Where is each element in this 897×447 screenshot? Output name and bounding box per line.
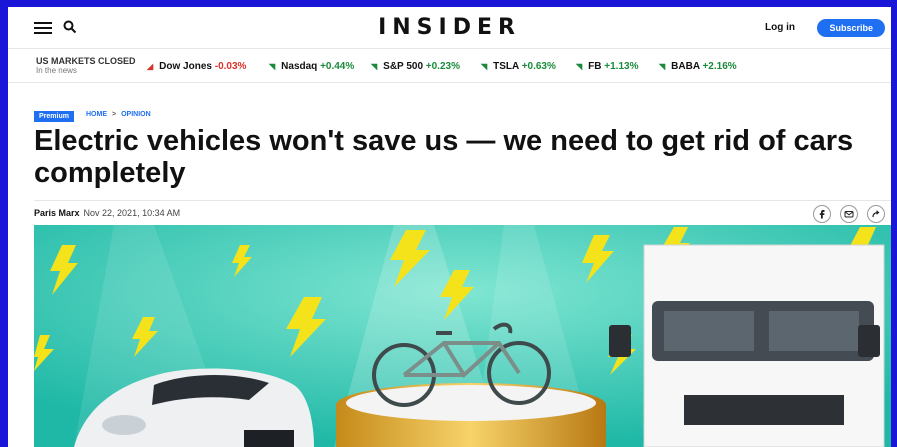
breadcrumb-home[interactable]: HOME [86, 111, 107, 118]
up-arrow-icon: ◥ [481, 62, 488, 71]
site-header: INSIDER Log in Subscribe [8, 7, 891, 49]
email-icon [844, 211, 854, 218]
ticker-change: +1.13% [604, 61, 639, 72]
premium-badge: Premium [34, 111, 74, 122]
breadcrumb-opinion[interactable]: OPINION [121, 111, 151, 118]
divider [34, 200, 891, 201]
page: INSIDER Log in Subscribe US MARKETS CLOS… [8, 7, 891, 447]
login-link[interactable]: Log in [765, 22, 795, 33]
hero-image [34, 225, 891, 447]
ticker-nasdaq[interactable]: ◥ Nasdaq +0.44% [269, 61, 354, 72]
hero-illustration [34, 225, 891, 447]
ticker-change: +0.63% [521, 61, 556, 72]
ticker-change: +2.16% [702, 61, 737, 72]
up-arrow-icon: ◥ [269, 62, 276, 71]
breadcrumb: HOME > OPINION [86, 111, 151, 118]
ticker-tsla[interactable]: ◥ TSLA +0.63% [481, 61, 556, 72]
share-icon [872, 210, 880, 218]
ticker-name: BABA [671, 61, 700, 72]
email-share-button[interactable] [840, 205, 858, 223]
podium-image [336, 383, 606, 447]
share-button[interactable] [867, 205, 885, 223]
electric-van-image [609, 244, 885, 447]
up-arrow-icon: ◥ [659, 62, 666, 71]
market-status-title: US MARKETS CLOSED [36, 56, 136, 66]
author-name[interactable]: Paris Marx [34, 208, 80, 218]
ticker-name: TSLA [493, 61, 519, 72]
byline: Paris Marx Nov 22, 2021, 10:34 AM [34, 208, 180, 218]
publish-date: Nov 22, 2021, 10:34 AM [83, 208, 181, 218]
facebook-share-button[interactable] [813, 205, 831, 223]
up-arrow-icon: ◥ [576, 62, 583, 71]
market-status-sub: In the news [36, 66, 77, 75]
site-logo[interactable]: INSIDER [8, 15, 891, 40]
ticker-change: +0.23% [425, 61, 460, 72]
breadcrumb-separator: > [112, 111, 117, 118]
ticker-name: S&P 500 [383, 61, 423, 72]
ticker-sp500[interactable]: ◥ S&P 500 +0.23% [371, 61, 460, 72]
ticker-change: -0.03% [214, 61, 247, 72]
ticker-change: +0.44% [320, 61, 355, 72]
down-arrow-icon: ◢ [147, 62, 154, 71]
ticker-name: FB [588, 61, 602, 72]
article-headline: Electric vehicles won't save us — we nee… [34, 125, 854, 189]
subscribe-button[interactable]: Subscribe [817, 19, 885, 37]
ticker-dow-jones[interactable]: ◢ Dow Jones -0.03% [147, 61, 246, 72]
markets-bar: US MARKETS CLOSED In the news ◢ Dow Jones… [8, 50, 891, 83]
facebook-icon [819, 210, 825, 219]
ticker-name: Dow Jones [159, 61, 212, 72]
ticker-fb[interactable]: ◥ FB +1.13% [576, 61, 638, 72]
ticker-baba[interactable]: ◥ BABA +2.16% [659, 61, 737, 72]
up-arrow-icon: ◥ [371, 62, 378, 71]
ticker-name: Nasdaq [281, 61, 318, 72]
market-status: US MARKETS CLOSED In the news [36, 56, 136, 75]
